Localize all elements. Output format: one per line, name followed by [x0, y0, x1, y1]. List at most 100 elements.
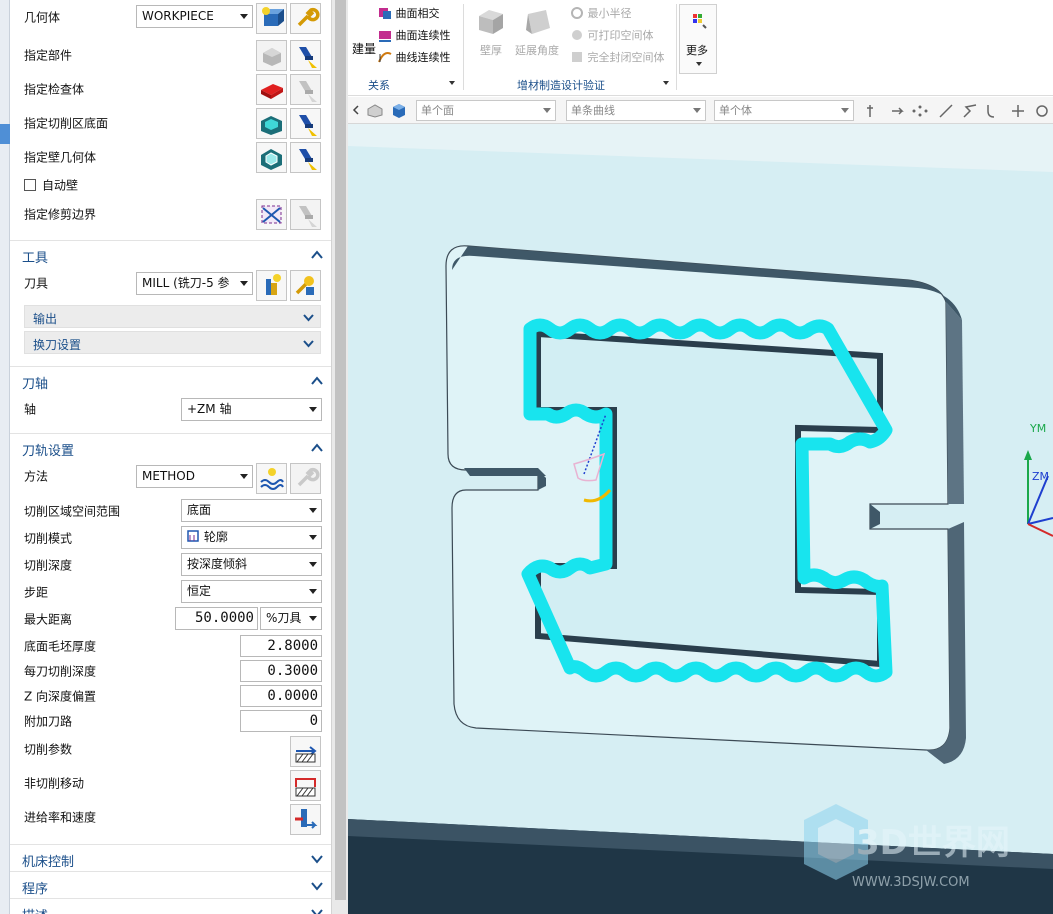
tool-change-subsection[interactable]: 换刀设置	[24, 331, 321, 354]
tool-section-title: 工具	[22, 247, 48, 266]
cut-pattern-select[interactable]: 轮廓	[181, 526, 322, 549]
cube-filter-icon[interactable]	[390, 101, 408, 119]
path-settings-header[interactable]: 刀轨设置	[10, 433, 331, 461]
cut-depth-label: 切削深度	[24, 557, 72, 574]
new-tool-button[interactable]	[256, 270, 287, 301]
body-filter-select[interactable]: 单个体	[714, 100, 854, 121]
stepover-select[interactable]: 恒定	[181, 580, 322, 603]
group-expand-icon[interactable]	[662, 80, 670, 86]
program-title: 程序	[22, 878, 48, 897]
axis-y-label: YM	[1029, 422, 1046, 435]
curve-filter-select[interactable]: 单条曲线	[566, 100, 706, 121]
palette-icon	[690, 11, 708, 29]
side-tab[interactable]	[0, 124, 10, 144]
new-geometry-button[interactable]	[256, 3, 287, 34]
graphics-viewport[interactable]: YM ZM 3D世界网 WWW.3DSJW.COM	[348, 124, 1053, 914]
depth-per-cut-input[interactable]: 0.3000	[240, 660, 322, 682]
specify-wall-label: 指定壁几何体	[24, 149, 96, 166]
cut-depth-value: 按深度倾斜	[187, 557, 247, 571]
relation-group-label: 关系	[368, 77, 390, 93]
specify-check-button[interactable]	[256, 74, 287, 105]
solid-body-icon[interactable]	[366, 102, 384, 118]
chevron-up-icon	[311, 442, 323, 454]
chevron-down-icon	[309, 616, 317, 621]
axis-select[interactable]: +ZM 轴	[181, 398, 322, 421]
snap-tools-icon-strip[interactable]	[864, 102, 1050, 120]
edit-method-button[interactable]	[290, 463, 321, 494]
flashlight-icon	[291, 41, 320, 70]
left-edge-strip	[0, 0, 10, 914]
wall-thickness-label[interactable]: 壁厚	[480, 42, 502, 58]
surface-intersect-label: 曲面相交	[396, 7, 440, 20]
geometry-select[interactable]: WORKPIECE	[136, 5, 253, 28]
chevron-up-icon	[311, 375, 323, 387]
profile-pattern-icon	[186, 529, 200, 543]
more-button[interactable]: 更多	[679, 4, 717, 74]
axis-section-header[interactable]: 刀轴	[10, 366, 331, 394]
program-header[interactable]: 程序	[10, 871, 331, 899]
scrollbar-thumb[interactable]	[335, 0, 346, 900]
specify-part-button[interactable]	[256, 40, 287, 71]
ribbon-partial-label[interactable]: 建量	[352, 40, 376, 57]
output-subsection[interactable]: 输出	[24, 305, 321, 328]
printable-volume-item[interactable]: 可打印空间体	[570, 27, 654, 43]
method-select[interactable]: METHOD	[136, 465, 253, 488]
face-filter-select[interactable]: 单个面	[416, 100, 556, 121]
specify-wall-row: 指定壁几何体	[10, 142, 331, 172]
specify-floor-button[interactable]	[256, 108, 287, 139]
dialog-scrollbar[interactable]	[331, 0, 348, 914]
axis-row: 轴 +ZM 轴	[10, 394, 331, 424]
chevron-down-icon	[543, 108, 551, 113]
part-scene[interactable]: YM ZM 3D世界网 WWW.3DSJW.COM	[348, 124, 1053, 914]
auto-wall-checkbox[interactable]	[24, 179, 36, 191]
enclosed-volume-item[interactable]: 完全封闭空间体	[570, 49, 665, 65]
extra-passes-input[interactable]: 0	[240, 710, 322, 732]
group-expand-icon[interactable]	[448, 80, 456, 86]
floor-face-icon	[257, 109, 286, 138]
tool-section-header[interactable]: 工具	[10, 240, 331, 268]
show-check-button[interactable]	[290, 74, 321, 105]
max-distance-input[interactable]: 50.0000	[175, 607, 258, 630]
tool-select[interactable]: MILL (铣刀-5 参	[136, 272, 253, 295]
chevron-left-icon[interactable]	[352, 105, 360, 115]
specify-wall-button[interactable]	[256, 142, 287, 173]
cut-depth-select[interactable]: 按深度倾斜	[181, 553, 322, 576]
z-depth-offset-input[interactable]: 0.0000	[240, 685, 322, 707]
floor-stock-input[interactable]: 2.8000	[240, 635, 322, 657]
noncut-moves-button[interactable]	[290, 770, 321, 801]
cut-region-select[interactable]: 底面	[181, 499, 322, 522]
machine-control-header[interactable]: 机床控制	[10, 844, 331, 872]
axis-label: 轴	[24, 401, 36, 418]
cut-params-icon	[291, 737, 320, 766]
path-settings-title: 刀轨设置	[22, 440, 74, 459]
tool-row: 刀具 MILL (铣刀-5 参	[10, 268, 331, 298]
trim-boundary-row: 指定修剪边界	[10, 199, 331, 229]
specify-trim-button[interactable]	[256, 199, 287, 230]
part-body-icon	[257, 41, 286, 70]
axis-select-value: +ZM 轴	[187, 402, 231, 416]
specify-check-label: 指定检查体	[24, 81, 84, 98]
edit-tool-button[interactable]	[290, 270, 321, 301]
show-part-button[interactable]	[290, 40, 321, 71]
printable-volume-label: 可打印空间体	[588, 29, 654, 42]
edit-geometry-button[interactable]	[290, 3, 321, 34]
min-radius-label: 最小半径	[588, 7, 632, 20]
min-radius-item[interactable]: 最小半径	[570, 5, 632, 21]
notch-top-face	[464, 468, 546, 476]
specify-part-row: 指定部件	[10, 40, 331, 70]
feeds-speeds-button[interactable]	[290, 804, 321, 835]
show-floor-button[interactable]	[290, 108, 321, 139]
cut-region-label: 切削区域空间范围	[24, 503, 120, 520]
stepover-row: 步距 恒定	[10, 577, 331, 607]
draft-angle-label[interactable]: 延展角度	[515, 42, 559, 58]
method-select-value: METHOD	[142, 469, 195, 483]
ribbon-surface-continuity[interactable]: 曲面连续性	[378, 27, 451, 43]
max-distance-unit-select[interactable]: %刀具	[260, 607, 322, 630]
ribbon-surface-intersect[interactable]: 曲面相交	[378, 5, 440, 21]
description-header[interactable]: 描述	[10, 898, 331, 914]
show-trim-button[interactable]	[290, 199, 321, 230]
cut-params-button[interactable]	[290, 736, 321, 767]
new-method-button[interactable]	[256, 463, 287, 494]
show-wall-button[interactable]	[290, 142, 321, 173]
ribbon-curve-continuity[interactable]: 曲线连续性	[378, 49, 451, 65]
